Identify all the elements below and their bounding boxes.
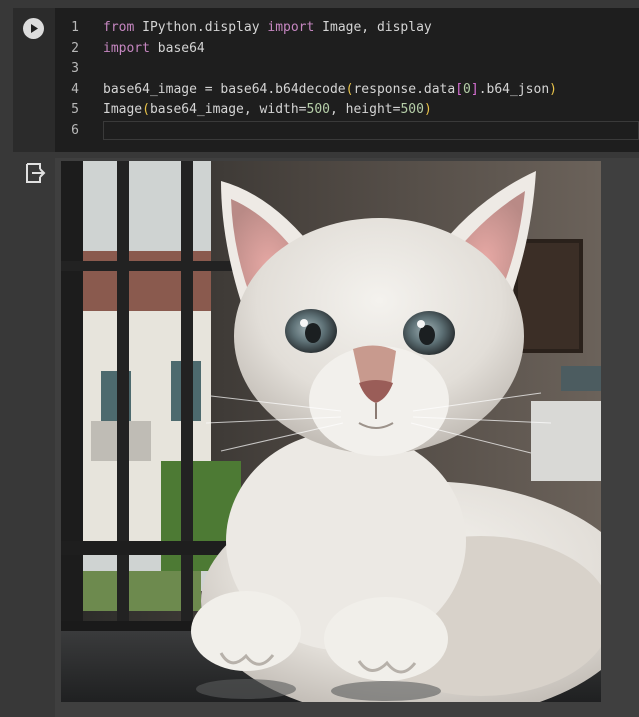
code-token: .b64_json <box>478 82 550 97</box>
line-number: 3 <box>71 61 79 76</box>
code-line[interactable]: 2 import base64 <box>55 39 639 59</box>
code-token: ( <box>142 102 150 117</box>
line-number: 4 <box>71 82 79 97</box>
line-number: 6 <box>71 123 79 138</box>
code-text: from IPython.display import Image, displ… <box>103 18 432 38</box>
code-token: ) <box>549 82 557 97</box>
code-token: 500 <box>306 102 330 117</box>
output-gutter <box>13 158 55 198</box>
play-icon <box>31 24 38 33</box>
code-token: import <box>103 41 150 56</box>
code-token: [ <box>455 82 464 97</box>
code-token: base64_image, width= <box>149 102 307 117</box>
code-token: base64 <box>149 41 205 56</box>
cell-gutter <box>13 8 55 152</box>
code-token: from <box>103 20 135 35</box>
code-token: response.data <box>353 82 456 97</box>
code-token: 500 <box>400 102 424 117</box>
code-text: import base64 <box>103 39 205 59</box>
code-line[interactable]: 3 <box>55 59 639 79</box>
code-token: import <box>267 20 315 35</box>
cat-photo <box>61 161 601 702</box>
line-number: 5 <box>71 102 79 117</box>
output-image-cat <box>61 161 601 702</box>
code-token: ] <box>470 82 479 97</box>
code-token: Image <box>103 102 143 117</box>
line-number: 1 <box>71 20 79 35</box>
code-text: base64_image = base64.b64decode(response… <box>103 80 557 100</box>
active-line-highlight <box>103 121 639 140</box>
code-token: IPython.display <box>134 20 268 35</box>
code-token: 0 <box>463 82 471 97</box>
code-token: ) <box>423 102 432 117</box>
output-redirect-icon[interactable] <box>23 161 47 185</box>
code-line[interactable]: 4 base64_image = base64.b64decode(respons… <box>55 80 639 100</box>
run-cell-button[interactable] <box>23 18 44 39</box>
code-line[interactable]: 5 Image(base64_image, width=500, height=5… <box>55 100 639 120</box>
code-cell[interactable]: 1 from IPython.display import Image, disp… <box>13 8 639 152</box>
code-token: , height= <box>330 102 401 117</box>
code-text: Image(base64_image, width=500, height=50… <box>103 100 432 120</box>
code-token: Image, display <box>314 20 432 35</box>
code-token: base64_image = base64.b64decode <box>103 82 346 97</box>
code-editor[interactable]: 1 from IPython.display import Image, disp… <box>55 8 639 152</box>
code-line[interactable]: 1 from IPython.display import Image, disp… <box>55 18 639 38</box>
notebook: 1 from IPython.display import Image, disp… <box>0 0 639 717</box>
line-number: 2 <box>71 41 79 56</box>
